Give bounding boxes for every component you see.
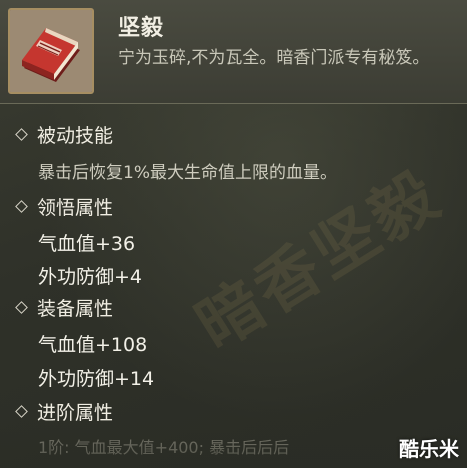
item-description: 宁为玉碎,不为瓦全。暗香门派专有秘笈。 [118, 48, 430, 68]
section-comprehension-header: 领悟属性 [14, 193, 113, 220]
passive-effect-text: 暴击后恢复1%最大生命值上限的血量。 [38, 163, 337, 183]
diamond-bullet-icon [15, 128, 28, 141]
equipment-stat: 外功防御+14 [38, 368, 155, 390]
section-advanced-title: 进阶属性 [37, 402, 114, 424]
comprehension-stat: 外功防御+4 [38, 266, 143, 288]
comprehension-stat: 气血值+36 [38, 233, 136, 255]
section-equipment-title: 装备属性 [37, 298, 114, 320]
section-comprehension-title: 领悟属性 [37, 197, 114, 219]
diamond-bullet-icon [15, 200, 28, 213]
red-book-icon [10, 10, 92, 92]
item-tooltip-panel: 坚毅 宁为玉碎,不为瓦全。暗香门派专有秘笈。 暗香坚毅 被动技能 暴击后恢复1%… [0, 0, 467, 468]
site-logo: 酷乐米 [399, 437, 459, 461]
diamond-bullet-icon [15, 301, 28, 314]
item-title: 坚毅 [118, 16, 165, 41]
section-passive-title: 被动技能 [37, 125, 114, 147]
section-advanced-header: 进阶属性 [14, 398, 113, 425]
tooltip-header: 坚毅 宁为玉碎,不为瓦全。暗香门派专有秘笈。 [0, 0, 467, 104]
section-equipment-header: 装备属性 [14, 294, 113, 321]
item-icon-frame [8, 8, 94, 94]
advanced-effect-text: 1阶: 气血最大值+400; 暴击后后后 [38, 438, 290, 457]
equipment-stat: 气血值+108 [38, 334, 148, 356]
diamond-bullet-icon [15, 405, 28, 418]
section-passive-header: 被动技能 [14, 121, 113, 148]
